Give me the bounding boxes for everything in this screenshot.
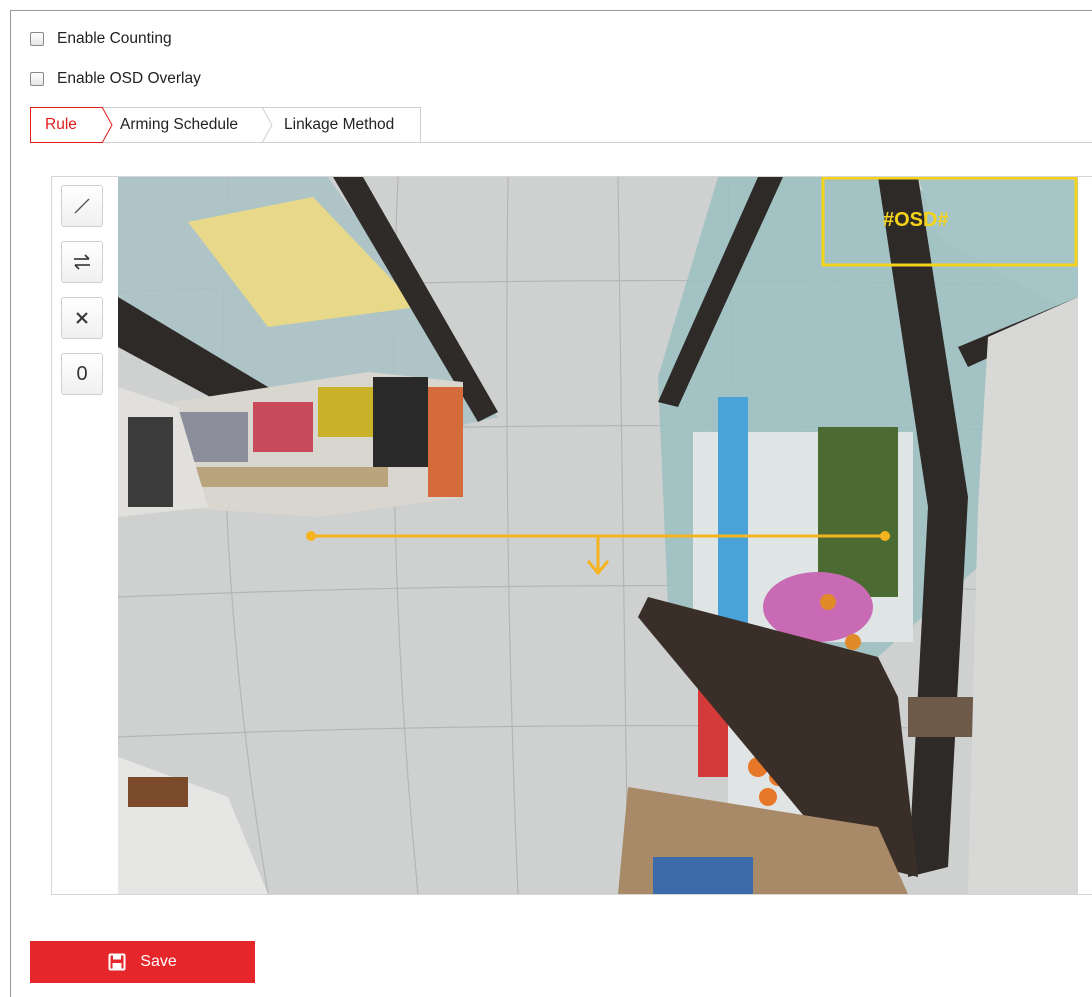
draw-line-icon <box>74 198 90 214</box>
floppy-disk-icon <box>108 953 126 971</box>
enable-counting-checkbox[interactable] <box>30 32 44 46</box>
drawing-toolbar: 0 <box>61 185 105 409</box>
tab-chevron-icon <box>101 106 113 144</box>
tab-linkage-method[interactable]: Linkage Method <box>262 107 421 143</box>
camera-live-view[interactable]: #OSD# <box>118 177 1078 894</box>
enable-osd-label: Enable OSD Overlay <box>57 70 201 87</box>
counting-line-start-handle[interactable] <box>306 531 316 541</box>
count-value-display[interactable]: 0 <box>61 353 103 395</box>
count-value: 0 <box>76 362 88 385</box>
enable-osd-row[interactable]: Enable OSD Overlay <box>30 69 201 89</box>
save-button-label: Save <box>140 953 177 970</box>
osd-text: #OSD# <box>883 209 949 231</box>
swap-direction-icon <box>74 254 90 270</box>
tab-bar: Rule Arming Schedule Linkage Method <box>30 106 421 144</box>
enable-counting-label: Enable Counting <box>57 30 172 47</box>
clear-icon <box>76 312 88 324</box>
tab-arming-schedule[interactable]: Arming Schedule <box>102 106 273 144</box>
swap-direction-button[interactable] <box>61 241 103 283</box>
clear-button[interactable] <box>61 297 103 339</box>
tab-chevron-icon <box>261 106 273 144</box>
enable-counting-row[interactable]: Enable Counting <box>30 29 172 49</box>
counting-line-end-handle[interactable] <box>880 531 890 541</box>
draw-line-button[interactable] <box>61 185 103 227</box>
tab-arming-schedule-label: Arming Schedule <box>120 116 239 133</box>
tab-linkage-method-label: Linkage Method <box>284 116 395 133</box>
save-button[interactable]: Save <box>30 941 255 983</box>
enable-osd-checkbox[interactable] <box>30 72 44 86</box>
camera-scene-image: #OSD# <box>118 177 1078 894</box>
tab-rule-label: Rule <box>45 116 77 133</box>
tab-rule[interactable]: Rule <box>30 106 113 144</box>
